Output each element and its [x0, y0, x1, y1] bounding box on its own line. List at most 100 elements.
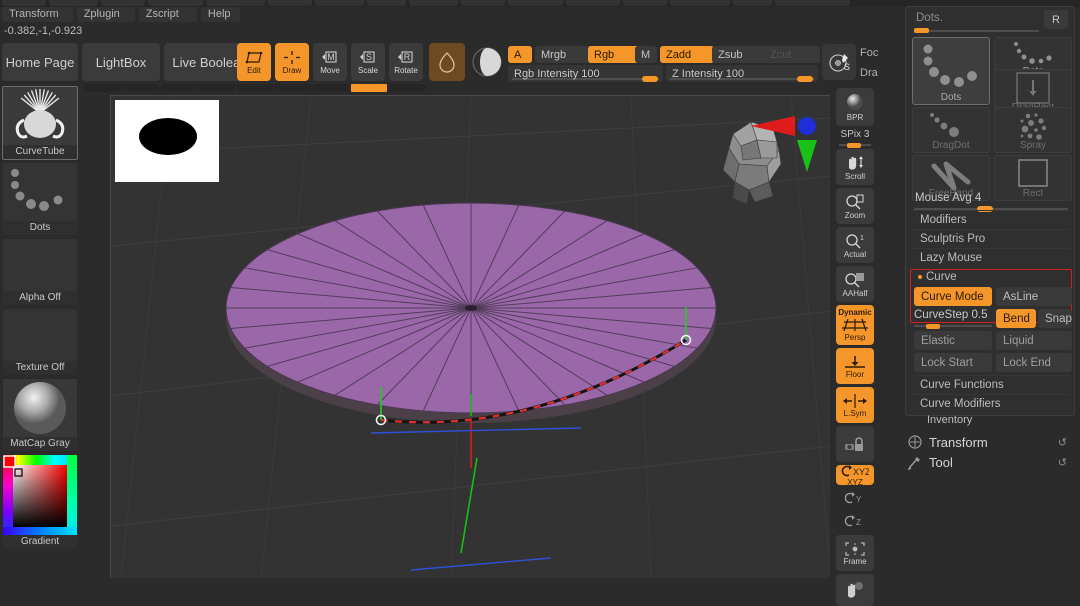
curve-button-lock-start[interactable]: Lock Start: [914, 353, 992, 372]
top-menu-preferences-15[interactable]: [774, 0, 850, 6]
slider-knob[interactable]: [926, 324, 940, 329]
toolbar-button-home-page[interactable]: Home Page: [2, 43, 78, 81]
stroke-thumb-dots-0[interactable]: Dots: [912, 37, 990, 105]
refresh-icon-0[interactable]: ↺: [1058, 436, 1067, 449]
menu-item-help[interactable]: Help: [200, 7, 241, 22]
palette-tab-1[interactable]: [123, 84, 159, 92]
section-lazy-mouse[interactable]: Lazy Mouse: [912, 248, 1070, 267]
rail-button-xyz[interactable]: XYZ XYZ: [836, 464, 874, 487]
viewport-canvas[interactable]: [110, 95, 830, 578]
material-swatch-button[interactable]: [429, 43, 465, 81]
top-menu-color-5[interactable]: [268, 0, 313, 6]
top-menu-tool-7[interactable]: [367, 0, 407, 6]
curve-button-bend[interactable]: Bend: [996, 309, 1036, 328]
palette-tab-0[interactable]: [85, 84, 121, 92]
palette-tab-5[interactable]: [275, 84, 311, 92]
stroke-thumb-dragdot-3[interactable]: DragDot: [912, 107, 990, 153]
menu-item-transform[interactable]: Transform: [2, 7, 73, 22]
toolbar-move-button[interactable]: M Move: [313, 43, 347, 81]
palette-tab-7[interactable]: [351, 84, 387, 92]
top-menu-stroke-1[interactable]: [49, 0, 99, 6]
slider-knob[interactable]: [797, 76, 814, 82]
section-modifiers[interactable]: Modifiers: [912, 210, 1070, 229]
rail-spix-slider[interactable]: SPix 3: [836, 129, 874, 148]
top-menu-marker-8[interactable]: [409, 0, 459, 6]
rail-button-rotate-y[interactable]: Y: [836, 488, 874, 508]
curve-subsection-curve-functions[interactable]: Curve Functions: [912, 375, 1070, 394]
sidebar-slot-gradient[interactable]: Gradient: [2, 454, 78, 550]
toolbar-edit-button[interactable]: Edit: [237, 43, 271, 81]
toolbar-rotate-button[interactable]: R Rotate: [389, 43, 423, 81]
top-menu-alpha-2[interactable]: [101, 0, 146, 6]
inventory-row-transform[interactable]: Transform ↺: [908, 432, 1075, 452]
rail-button-rotate-z[interactable]: Z: [836, 511, 874, 531]
curve-button-asline[interactable]: AsLine: [996, 287, 1072, 306]
curve-section-header[interactable]: Curve: [912, 267, 1070, 286]
title-slider-knob[interactable]: [914, 28, 929, 33]
rgb-intensity-slider[interactable]: Rgb Intensity 100: [508, 65, 663, 82]
slider-knob[interactable]: [847, 143, 861, 148]
slider-knob[interactable]: [642, 76, 659, 82]
toolbar-scale-button[interactable]: S Scale: [351, 43, 385, 81]
section-sculptris-pro[interactable]: Sculptris Pro: [912, 229, 1070, 248]
mode-chip-a[interactable]: A: [508, 46, 532, 63]
mouse-avg-slider[interactable]: Mouse Avg 4: [912, 192, 1070, 212]
palette-tab-strip[interactable]: [85, 84, 555, 93]
reset-button[interactable]: R: [1044, 10, 1068, 29]
top-menu-texture-3[interactable]: [148, 0, 203, 6]
top-menu-stencil-10[interactable]: [508, 0, 563, 6]
curvestep-slider[interactable]: CurveStep 0.5: [914, 309, 992, 329]
rail-button-floor[interactable]: Floor: [836, 348, 874, 384]
mode-chip-m[interactable]: M: [635, 46, 657, 63]
palette-tab-6[interactable]: [313, 84, 349, 92]
rail-button-lock-camera[interactable]: [836, 426, 874, 462]
sidebar-slot-matcap-gray[interactable]: MatCap Gray: [2, 378, 78, 452]
top-menu-document-13[interactable]: [670, 0, 730, 6]
sidebar-slot-dots[interactable]: Dots: [2, 162, 78, 236]
mode-chip-mrgb[interactable]: Mrgb: [535, 46, 595, 63]
palette-tab-2[interactable]: [161, 84, 197, 92]
mode-chip-zsub[interactable]: Zsub: [712, 46, 770, 63]
rail-button-bpr[interactable]: BPR: [836, 88, 874, 126]
rail-button-aahalf[interactable]: AAHalf: [836, 266, 874, 302]
top-menu-layer-0[interactable]: [2, 0, 46, 6]
top-menu-edit-14[interactable]: [732, 0, 772, 6]
curve-button-lock-end[interactable]: Lock End: [996, 353, 1072, 372]
sidebar-slot-alpha-off[interactable]: Alpha Off: [2, 238, 78, 306]
rail-button-actual[interactable]: 1 Actual: [836, 227, 874, 263]
top-menu-material-4[interactable]: [205, 0, 266, 6]
top-menu-movie-9[interactable]: [461, 0, 506, 6]
palette-tab-8[interactable]: [389, 84, 425, 92]
inventory-row-tool[interactable]: Tool ↺: [907, 452, 1075, 472]
rail-button-lsym[interactable]: L.Sym: [836, 387, 874, 423]
menu-item-zplugin[interactable]: Zplugin: [76, 7, 135, 22]
palette-tab-4[interactable]: [237, 84, 273, 92]
rail-button-move-hand[interactable]: [836, 574, 874, 606]
toolbar-button-lightbox[interactable]: LightBox: [82, 43, 160, 81]
rail-button-persp[interactable]: Dynamic Persp: [836, 305, 874, 345]
menu-item-zscript[interactable]: Zscript: [138, 7, 197, 22]
material-sphere-button[interactable]: [470, 45, 504, 79]
stroke-thumb-spray-4[interactable]: Spray: [994, 107, 1072, 153]
palette-tab-3[interactable]: [199, 84, 235, 92]
rail-button-scroll[interactable]: Scroll: [836, 149, 874, 185]
mode-chip-zcut[interactable]: Zcut: [764, 46, 820, 63]
top-menu-light-12[interactable]: [623, 0, 668, 6]
rail-button-frame[interactable]: Frame: [836, 535, 874, 571]
rail-button-zoom[interactable]: Zoom: [836, 188, 874, 224]
sidebar-slot-curvetube[interactable]: CurveTube: [2, 86, 78, 160]
focal-shift-button[interactable]: S: [822, 44, 856, 80]
curve-button-snap[interactable]: Snap: [1038, 309, 1072, 328]
mode-chip-zadd[interactable]: Zadd: [660, 46, 714, 63]
sidebar-slot-texture-off[interactable]: Texture Off: [2, 308, 78, 376]
top-menu-picker-6[interactable]: [315, 0, 365, 6]
toolbar-draw-button[interactable]: Draw: [275, 43, 309, 81]
top-menu-texture-11[interactable]: [565, 0, 621, 6]
curve-button-liquid[interactable]: Liquid: [996, 331, 1072, 350]
refresh-icon-1[interactable]: ↺: [1058, 456, 1067, 469]
curve-button-elastic[interactable]: Elastic: [914, 331, 992, 350]
curve-button-curve-mode[interactable]: Curve Mode: [914, 287, 992, 306]
curve-subsection-curve-modifiers[interactable]: Curve Modifiers: [912, 394, 1070, 413]
z-intensity-slider[interactable]: Z Intensity 100: [666, 65, 818, 82]
mode-chip-rgb[interactable]: Rgb: [588, 46, 642, 63]
